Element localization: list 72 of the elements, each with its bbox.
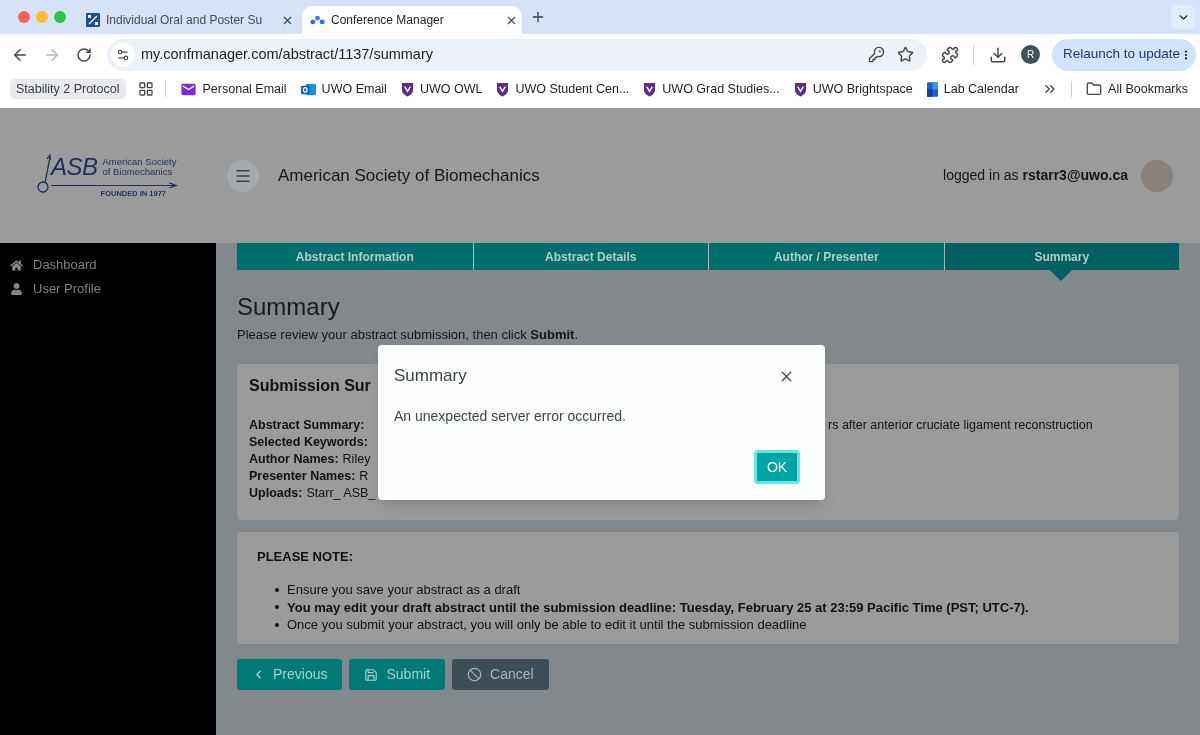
field-value: Starr_ ASB_: [306, 485, 376, 502]
step-tab[interactable]: Summary: [943, 243, 1179, 270]
bullet-icon: [275, 622, 279, 627]
address-field[interactable]: my.confmanager.com/abstract/1137/summary: [107, 38, 927, 71]
bookmark-link[interactable]: UWO Brightspace: [786, 78, 920, 100]
field-label: Presenter Names:: [249, 468, 356, 485]
home-icon: [10, 258, 23, 272]
bookmark-chip[interactable]: Stability 2 Protocol: [10, 79, 126, 99]
arrow-line-icon: [51, 181, 178, 188]
favicon-icon: [86, 13, 100, 27]
page-heading: Summary: [237, 292, 340, 322]
bullet-icon: [275, 587, 279, 592]
mail-app-icon: [300, 81, 316, 97]
field-value: Riley: [342, 451, 371, 468]
field-label: Selected Keywords:: [249, 434, 368, 451]
key-icon[interactable]: [868, 46, 885, 63]
sidebar-item[interactable]: User Profile: [0, 277, 216, 301]
note-text: You may edit your draft abstract until the submission deadline: Tuesday, February 25 at 23:59 Pacific Time (PST; UTC-7).: [287, 598, 1029, 617]
tile-icon: [926, 81, 938, 97]
lever-drawing: [37, 153, 51, 194]
download-icon[interactable]: [989, 45, 1007, 64]
card-title: Submission Sur: [249, 376, 371, 396]
field-label: Author Names:: [249, 451, 339, 468]
tab-list-button[interactable]: [1171, 5, 1195, 29]
circle-slash-icon: [467, 667, 483, 682]
shield-icon: [793, 81, 807, 97]
star-icon[interactable]: [897, 46, 914, 63]
shield-icon: [643, 81, 657, 97]
field-label: Uploads:: [249, 485, 303, 502]
note-title: PLEASE NOTE:: [257, 549, 354, 565]
browser-tab[interactable]: Conference Manager: [302, 6, 522, 34]
logo-name: American Society of Biomechanics: [102, 156, 177, 177]
site-title: American Society of Biomechanics: [278, 164, 540, 187]
menu-button[interactable]: [227, 159, 259, 192]
field-value: R: [359, 468, 369, 485]
sliders-icon: [116, 47, 130, 62]
intro-text: Please review your abstract submission, then click Submit.: [237, 327, 579, 343]
bookmark-link[interactable]: UWO OWL: [393, 78, 490, 100]
bookmark-link[interactable]: Lab Calendar: [919, 78, 1026, 100]
dialog-title: Summary: [394, 365, 467, 388]
plus-icon[interactable]: [530, 9, 546, 25]
bookmark-link[interactable]: UWO Student Cen...: [489, 78, 637, 100]
tab-pointer-icon: [1050, 270, 1073, 281]
sidebar-item[interactable]: Dashboard: [0, 253, 216, 277]
site-info-button[interactable]: [111, 42, 135, 67]
bullet-icon: [275, 605, 279, 610]
note-text: Once you submit your abstract, you will only be able to edit it until the submission deadline: [287, 616, 807, 634]
reload-icon[interactable]: [76, 46, 92, 63]
step-tab[interactable]: Abstract Details: [472, 243, 708, 270]
user-icon: [11, 283, 22, 295]
bookmark-link[interactable]: All Bookmarks: [1079, 78, 1195, 100]
field-value: rs after anterior cruciate ligament reconstruction: [828, 417, 1093, 434]
shield-icon: [496, 81, 510, 97]
shield-icon: [400, 81, 414, 97]
puzzle-icon[interactable]: [941, 45, 959, 64]
folder-icon: [1086, 81, 1103, 97]
bookmark-link[interactable]: UWO Grad Studies...: [636, 78, 787, 100]
bookmark-link[interactable]: Personal Email: [172, 78, 294, 100]
dialog-message: An unexpected server error occurred.: [394, 407, 626, 425]
avatar-placeholder: [1141, 159, 1173, 192]
relaunch-button[interactable]: Relaunch to update: [1052, 38, 1196, 71]
logo-mark: ASB: [51, 153, 98, 180]
note-text: Ensure you save your abstract as a draft: [287, 581, 521, 599]
bookmark-link[interactable]: UWO Email: [293, 78, 394, 100]
step-tab[interactable]: Abstract Information: [237, 243, 473, 270]
field-label: Abstract Summary:: [249, 417, 365, 434]
action-button[interactable]: Cancel: [452, 659, 549, 690]
dots-icon: [310, 15, 325, 25]
logged-in-text: logged in as rstarr3@uwo.ca: [943, 166, 1128, 185]
grid-icon[interactable]: [137, 81, 154, 97]
step-tab[interactable]: Author / Presenter: [708, 243, 944, 270]
profile-button[interactable]: R: [1021, 45, 1040, 64]
